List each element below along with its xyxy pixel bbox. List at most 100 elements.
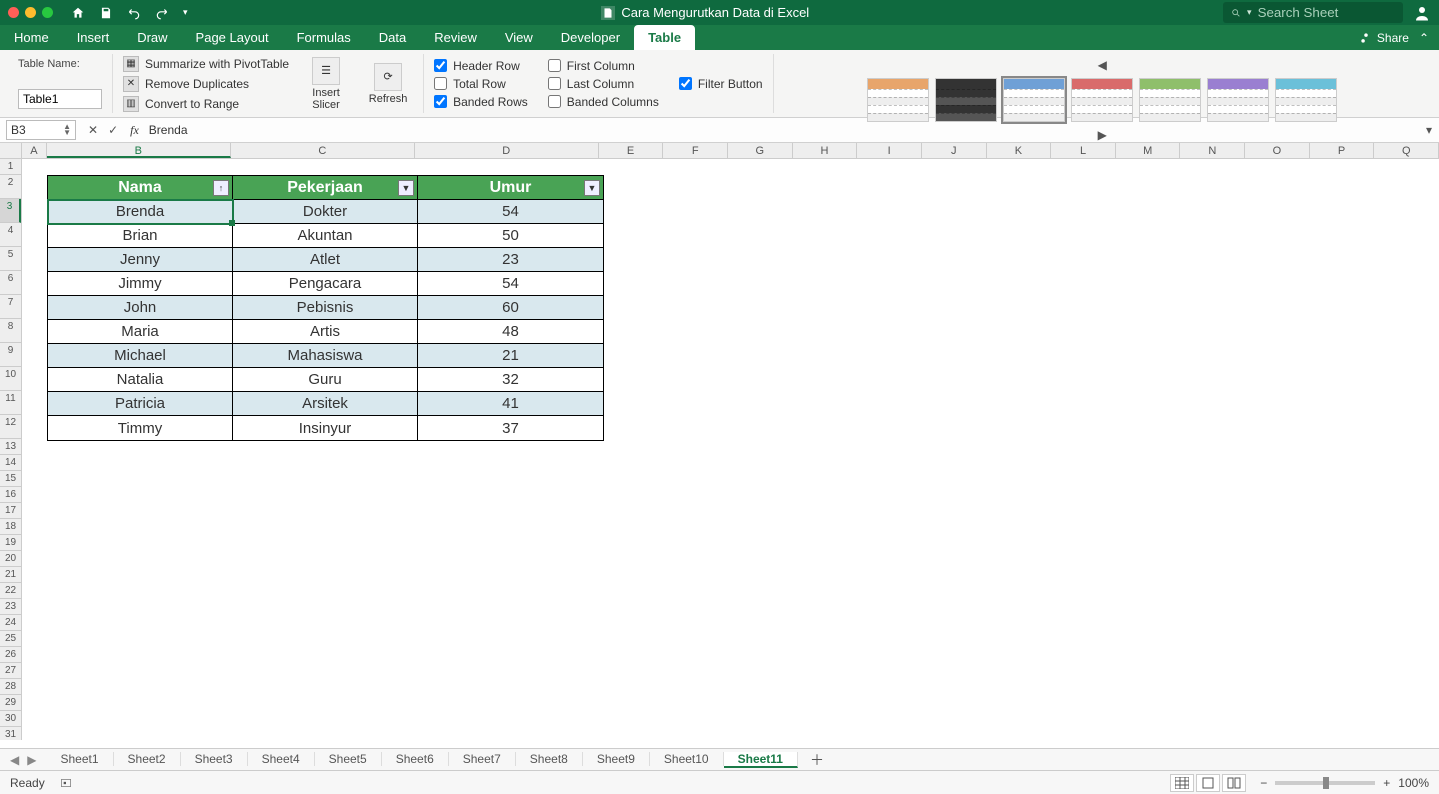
menu-tab-table[interactable]: Table: [634, 25, 695, 50]
sheet-tab[interactable]: Sheet9: [583, 752, 650, 766]
row-header[interactable]: 6: [0, 271, 21, 295]
save-icon[interactable]: [99, 6, 113, 20]
table-header-cell[interactable]: Umur▼: [418, 176, 603, 200]
styles-prev-icon[interactable]: ◀: [1098, 58, 1107, 72]
row-header[interactable]: 22: [0, 583, 21, 599]
search-input[interactable]: [1258, 5, 1395, 20]
column-header[interactable]: M: [1116, 143, 1181, 158]
menu-tab-developer[interactable]: Developer: [547, 25, 634, 50]
page-layout-view-button[interactable]: [1196, 774, 1220, 792]
ribbon-collapse-icon[interactable]: ⌃: [1419, 31, 1429, 45]
sheet-tab[interactable]: Sheet1: [46, 752, 113, 766]
row-header[interactable]: 3: [0, 199, 21, 223]
column-header[interactable]: C: [231, 143, 415, 158]
table-cell[interactable]: Brian: [48, 224, 233, 248]
table-style-swatch[interactable]: [1275, 78, 1337, 122]
zoom-in-button[interactable]: +: [1383, 776, 1390, 790]
filter-dropdown-button[interactable]: ▼: [584, 180, 600, 196]
table-cell[interactable]: 48: [418, 320, 603, 344]
table-style-swatch[interactable]: [935, 78, 997, 122]
row-header[interactable]: 1: [0, 159, 21, 175]
row-header[interactable]: 9: [0, 343, 21, 367]
table-cell[interactable]: Pebisnis: [233, 296, 418, 320]
spreadsheet-grid[interactable]: ABCDEFGHIJKLMNOPQ 1234567891011121314151…: [0, 143, 1439, 740]
cells-area[interactable]: Nama↑Pekerjaan▼Umur▼BrendaDokter54BrianA…: [22, 159, 1439, 740]
column-header[interactable]: I: [857, 143, 922, 158]
row-header[interactable]: 30: [0, 711, 21, 727]
menu-tab-formulas[interactable]: Formulas: [283, 25, 365, 50]
row-header[interactable]: 21: [0, 567, 21, 583]
row-header[interactable]: 13: [0, 439, 21, 455]
name-box[interactable]: B3 ▲▼: [6, 120, 76, 140]
sheet-nav-prev-icon[interactable]: ◀: [10, 753, 19, 767]
formula-input[interactable]: Brenda: [145, 123, 1419, 137]
table-cell[interactable]: John: [48, 296, 233, 320]
table-cell[interactable]: Arsitek: [233, 392, 418, 416]
table-style-swatch[interactable]: [867, 78, 929, 122]
table-cell[interactable]: Pengacara: [233, 272, 418, 296]
sheet-tab[interactable]: Sheet5: [315, 752, 382, 766]
remove-duplicates-button[interactable]: ✕Remove Duplicates: [123, 75, 289, 93]
total-row-checkbox[interactable]: Total Row: [434, 77, 528, 91]
column-header[interactable]: J: [922, 143, 987, 158]
table-cell[interactable]: 50: [418, 224, 603, 248]
last-column-checkbox[interactable]: Last Column: [548, 77, 659, 91]
normal-view-button[interactable]: [1170, 774, 1194, 792]
summarize-pivot-button[interactable]: ▦Summarize with PivotTable: [123, 55, 289, 73]
menu-tab-review[interactable]: Review: [420, 25, 491, 50]
row-header[interactable]: 19: [0, 535, 21, 551]
row-header[interactable]: 23: [0, 599, 21, 615]
refresh-button[interactable]: ⟳ Refresh: [363, 63, 413, 105]
table-cell[interactable]: Artis: [233, 320, 418, 344]
column-header[interactable]: N: [1180, 143, 1245, 158]
search-sheet-box[interactable]: ▾: [1223, 2, 1403, 23]
zoom-slider[interactable]: [1275, 781, 1375, 785]
macro-record-icon[interactable]: [59, 776, 73, 790]
banded-rows-checkbox[interactable]: Banded Rows: [434, 95, 528, 109]
column-header[interactable]: H: [793, 143, 858, 158]
column-header[interactable]: A: [22, 143, 47, 158]
menu-tab-view[interactable]: View: [491, 25, 547, 50]
first-column-checkbox[interactable]: First Column: [548, 59, 659, 73]
confirm-formula-icon[interactable]: ✓: [108, 123, 118, 137]
page-break-view-button[interactable]: [1222, 774, 1246, 792]
row-header[interactable]: 20: [0, 551, 21, 567]
table-cell[interactable]: 23: [418, 248, 603, 272]
sheet-tab[interactable]: Sheet4: [248, 752, 315, 766]
banded-columns-checkbox[interactable]: Banded Columns: [548, 95, 659, 109]
row-header[interactable]: 8: [0, 319, 21, 343]
redo-icon[interactable]: [155, 6, 169, 20]
column-header[interactable]: O: [1245, 143, 1310, 158]
row-header[interactable]: 15: [0, 471, 21, 487]
table-cell[interactable]: 37: [418, 416, 603, 440]
table-cell[interactable]: Mahasiswa: [233, 344, 418, 368]
home-icon[interactable]: [71, 6, 85, 20]
table-cell[interactable]: 54: [418, 200, 603, 224]
user-profile-icon[interactable]: [1413, 4, 1431, 22]
zoom-window-button[interactable]: [42, 7, 53, 18]
table-cell[interactable]: Michael: [48, 344, 233, 368]
column-header[interactable]: D: [415, 143, 599, 158]
menu-tab-home[interactable]: Home: [0, 25, 63, 50]
add-sheet-button[interactable]: ＋: [798, 750, 836, 770]
row-header[interactable]: 18: [0, 519, 21, 535]
filter-button-checkbox[interactable]: Filter Button: [679, 77, 763, 91]
row-header[interactable]: 31: [0, 727, 21, 740]
row-header[interactable]: 5: [0, 247, 21, 271]
table-cell[interactable]: Jenny: [48, 248, 233, 272]
table-cell[interactable]: 60: [418, 296, 603, 320]
sheet-nav-next-icon[interactable]: ▶: [27, 753, 36, 767]
table-style-swatch[interactable]: [1207, 78, 1269, 122]
table-cell[interactable]: Jimmy: [48, 272, 233, 296]
row-header[interactable]: 2: [0, 175, 21, 199]
row-header[interactable]: 7: [0, 295, 21, 319]
sheet-tab[interactable]: Sheet6: [382, 752, 449, 766]
column-header[interactable]: E: [599, 143, 664, 158]
table-style-swatch[interactable]: [1139, 78, 1201, 122]
row-header[interactable]: 16: [0, 487, 21, 503]
table-style-swatch[interactable]: [1003, 78, 1065, 122]
row-header[interactable]: 24: [0, 615, 21, 631]
table-cell[interactable]: Dokter: [233, 200, 418, 224]
sheet-tab[interactable]: Sheet8: [516, 752, 583, 766]
table-cell[interactable]: Natalia: [48, 368, 233, 392]
